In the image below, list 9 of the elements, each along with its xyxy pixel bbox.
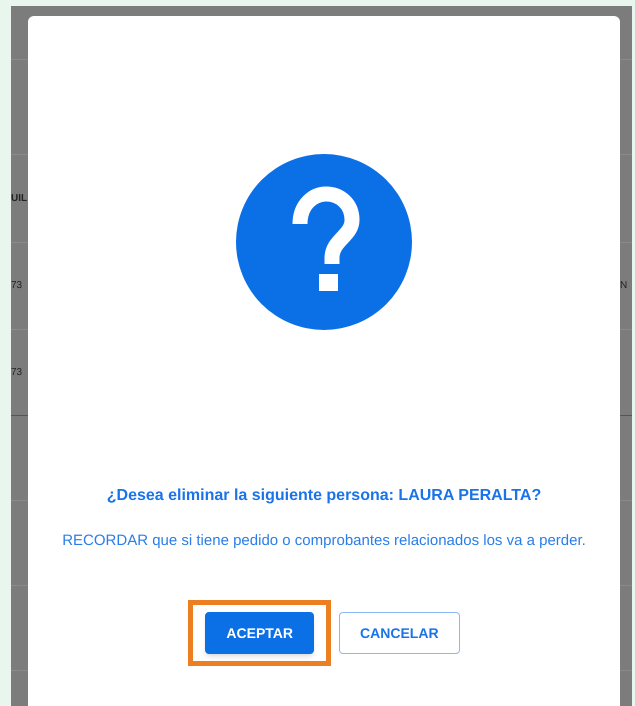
table-cell: 73	[11, 281, 22, 291]
accept-button[interactable]: ACEPTAR	[205, 612, 314, 654]
question-icon	[236, 154, 412, 330]
column-header: UIL	[11, 194, 28, 204]
table-cell: 73	[11, 368, 22, 378]
cancel-button[interactable]: CANCELAR	[339, 612, 460, 654]
table-cell: N	[620, 281, 628, 291]
dialog-message: RECORDAR que si tiene pedido o comprobantes relacionados los va a perder.	[62, 531, 586, 551]
dialog-title: ¿Desea eliminar la siguiente persona: LAURA PERALTA?	[106, 486, 542, 506]
